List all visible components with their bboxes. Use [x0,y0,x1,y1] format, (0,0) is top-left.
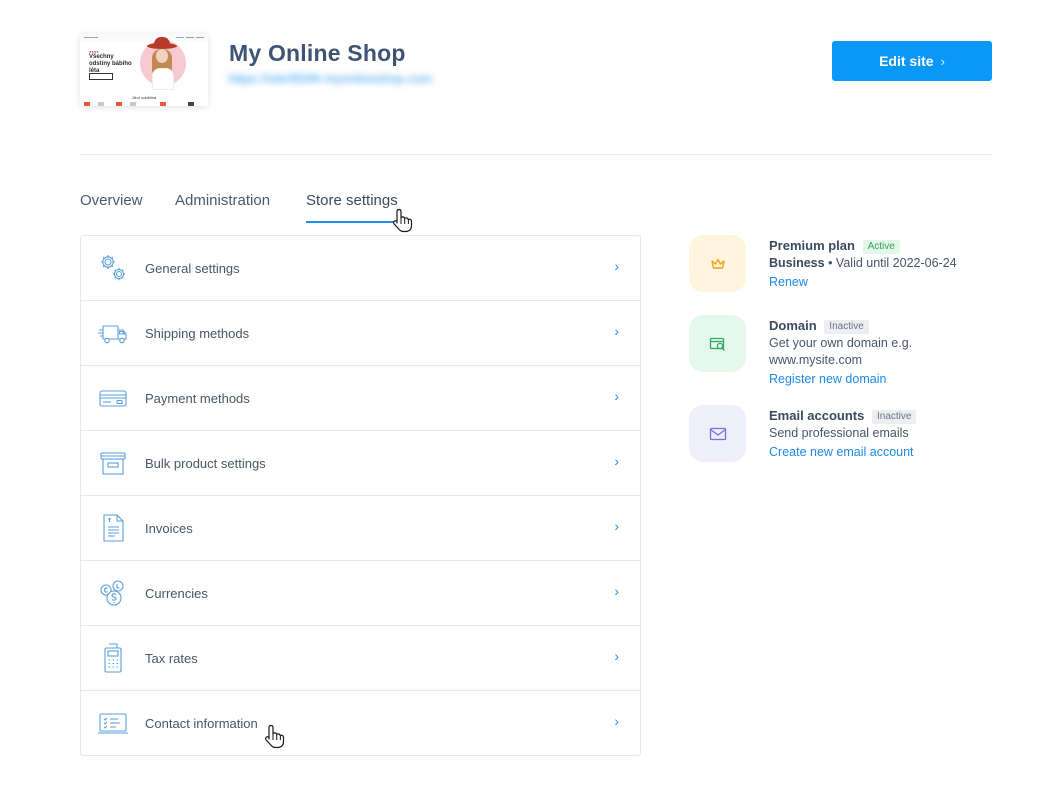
tab-administration[interactable]: Administration [175,192,270,221]
thumbnail-product [130,102,136,106]
premium-plan-title: Premium plan [769,238,855,253]
create-email-link[interactable]: Create new email account [769,442,914,462]
delivery-truck-icon [98,325,127,344]
archive-box-icon [100,452,126,475]
plan-validity: • Valid until 2022-06-24 [828,256,957,270]
status-badge: Inactive [872,410,917,424]
settings-row-currencies[interactable]: Currencies › [81,561,640,626]
chevron-right-icon: › [614,713,619,729]
edit-site-label: Edit site [879,53,934,69]
thumbnail-hat-brim [147,43,177,49]
settings-row-label: Contact information [145,716,258,731]
premium-icon-tile [689,235,746,292]
invoice-document-icon [103,514,124,542]
chevron-right-icon: › [614,323,619,339]
domain-title: Domain [769,318,817,333]
currency-coins-icon [100,580,124,606]
domain-search-icon [709,337,725,351]
chevron-right-icon: › [614,453,619,469]
tab-store-settings[interactable]: Store settings [306,192,398,223]
envelope-icon [709,427,726,440]
settings-row-label: Tax rates [145,651,198,666]
chevron-right-icon: › [614,518,619,534]
thumbnail-model-face [156,49,168,63]
thumbnail-product [84,102,90,106]
crown-icon [710,258,725,269]
settings-row-payment[interactable]: Payment methods › [81,366,640,431]
settings-row-invoices[interactable]: Invoices › [81,496,640,561]
settings-row-bulk-product[interactable]: Bulk product settings › [81,431,640,496]
settings-row-label: Bulk product settings [145,456,266,471]
settings-row-label: General settings [145,261,240,276]
settings-row-general[interactable]: General settings › [81,236,640,301]
tab-overview[interactable]: Overview [80,192,143,221]
settings-row-label: Currencies [145,586,208,601]
register-domain-link[interactable]: Register new domain [769,369,886,389]
chevron-right-icon: › [614,258,619,274]
chevron-right-icon: › [614,583,619,599]
thumbnail-button [89,73,113,80]
email-icon-tile [689,405,746,462]
chevron-right-icon: › [614,648,619,664]
settings-row-label: Shipping methods [145,326,250,341]
domain-card: Domain Inactive Get your own domain e.g.… [689,315,989,395]
renew-link[interactable]: Renew [769,272,808,292]
thumbnail-model-body [152,68,174,90]
edit-site-button[interactable]: Edit site › [832,41,992,81]
thumbnail-tagline: Všechny odstíny bábího léta [89,54,132,74]
settings-row-label: Invoices [145,521,193,536]
email-accounts-title: Email accounts [769,408,865,423]
thumbnail-topbar [80,34,208,41]
header-divider [80,154,992,155]
chevron-right-icon: › [940,53,945,69]
gears-icon [101,255,126,281]
thumbnail-product [98,102,104,106]
site-thumbnail[interactable]: ●●●● Všechny odstíny bábího léta Jižní o… [80,34,208,106]
chevron-right-icon: › [614,388,619,404]
store-settings-list: General settings › Shipping methods › Pa… [80,235,641,756]
settings-row-tax-rates[interactable]: Tax rates › [81,626,640,691]
status-badge: Active [862,240,900,254]
plan-name: Business [769,256,825,270]
thumbnail-section: Jižní oddělina [131,95,157,100]
credit-card-icon [99,390,127,407]
premium-plan-card: Premium plan Active Business • Valid unt… [689,235,989,305]
thumbnail-product [160,102,166,106]
calculator-receipt-icon [104,643,122,673]
thumbnail-product [116,102,122,106]
settings-row-label: Payment methods [145,391,250,406]
thumbnail-product [188,102,194,106]
settings-row-contact[interactable]: Contact information › [81,691,640,755]
contact-card-icon [98,713,128,734]
domain-icon-tile [689,315,746,372]
domain-description: Get your own domain e.g. www.mysite.com [769,336,913,367]
status-badge: Inactive [824,320,869,334]
site-title: My Online Shop [229,40,406,66]
settings-row-shipping[interactable]: Shipping methods › [81,301,640,366]
site-url-link[interactable]: https://site/8599-myonlineshop.com [228,71,436,86]
email-accounts-card: Email accounts Inactive Send professiona… [689,405,989,465]
email-description: Send professional emails [769,426,909,440]
